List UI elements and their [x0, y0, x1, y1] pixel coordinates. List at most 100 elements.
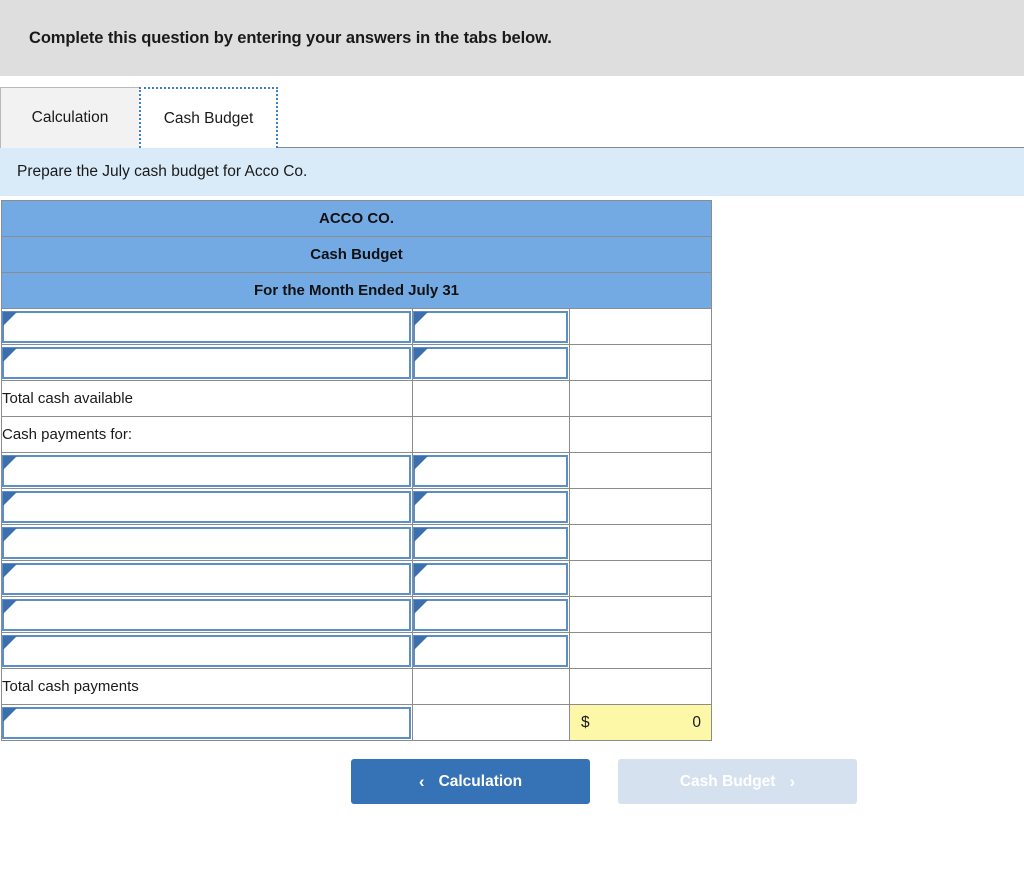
next-cash-budget-button: Cash Budget › — [618, 759, 857, 804]
row-label-input[interactable] — [2, 562, 411, 595]
table-title-1: ACCO CO. — [0, 200, 713, 237]
worksheet-container: ACCO CO. Cash Budget For the Month Ended J… — [0, 200, 1024, 741]
table-row — [1, 308, 713, 345]
row-amount-input[interactable] — [413, 598, 568, 631]
row-amount-input-cell — [412, 632, 570, 669]
cash-budget-table: ACCO CO. Cash Budget For the Month Ended J… — [0, 200, 713, 741]
row-label-input[interactable] — [2, 454, 411, 487]
table-row — [1, 524, 713, 561]
dropdown-flag-icon — [3, 635, 17, 650]
chevron-left-icon: ‹ — [418, 771, 425, 791]
tab-cash-budget[interactable]: Cash Budget — [139, 87, 278, 148]
table-row: Total cash available — [1, 380, 713, 417]
row-total-cell — [568, 452, 713, 489]
row-amount-input[interactable] — [413, 634, 568, 667]
row-amount-input[interactable] — [413, 310, 568, 343]
tab-calculation[interactable]: Calculation — [0, 87, 140, 148]
row-label-input-cell — [1, 704, 413, 741]
row-label-input-cell — [1, 632, 413, 669]
row-label: Total cash payments — [1, 668, 413, 705]
table-title-3: For the Month Ended July 31 — [0, 272, 713, 309]
row-amount-input-cell — [412, 488, 570, 525]
row-total-cell — [568, 632, 713, 669]
dropdown-flag-icon — [3, 311, 17, 326]
instruction-banner: Complete this question by entering your … — [0, 0, 1024, 76]
table-title-row: Cash Budget — [0, 236, 713, 273]
row-label-input-cell — [1, 524, 413, 561]
row-label-input[interactable] — [2, 526, 411, 559]
row-amount-cell — [412, 416, 570, 453]
row-label-input[interactable] — [2, 346, 411, 379]
row-label-input[interactable] — [2, 490, 411, 523]
row-total-cell — [568, 380, 713, 417]
row-label-input-cell — [1, 308, 413, 345]
row-amount-cell — [412, 380, 570, 417]
row-amount-input-cell — [412, 452, 570, 489]
dropdown-flag-icon — [3, 563, 17, 578]
table-row — [1, 488, 713, 525]
row-amount-input[interactable] — [413, 454, 568, 487]
chevron-right-icon: › — [789, 771, 796, 791]
currency-symbol: $ — [581, 713, 590, 731]
table-title-row: ACCO CO. — [0, 200, 713, 237]
row-amount-input[interactable] — [413, 490, 568, 523]
tab-calculation-label: Calculation — [31, 109, 109, 126]
dropdown-flag-icon — [414, 311, 428, 326]
instruction-text: Complete this question by entering your … — [29, 28, 552, 47]
dropdown-flag-icon — [3, 491, 17, 506]
table-row — [1, 452, 713, 489]
row-total-cell — [568, 416, 713, 453]
dropdown-flag-icon — [3, 599, 17, 614]
table-row — [1, 344, 713, 381]
tab-cash-budget-label: Cash Budget — [163, 109, 254, 127]
row-label-input-cell — [1, 596, 413, 633]
row-amount-input[interactable] — [413, 562, 568, 595]
table-row — [1, 632, 713, 669]
navigation-buttons: ‹ Calculation Cash Budget › — [0, 759, 1024, 833]
cash-budget-table-body: ACCO CO. Cash Budget For the Month Ended J… — [0, 200, 713, 741]
row-label: Total cash available — [1, 380, 413, 417]
dropdown-flag-icon — [3, 527, 17, 542]
row-label-input[interactable] — [2, 598, 411, 631]
row-total-cell — [568, 596, 713, 633]
computed-total-value: 0 — [692, 713, 702, 731]
row-label-input[interactable] — [2, 706, 411, 739]
prev-calculation-button[interactable]: ‹ Calculation — [351, 759, 590, 804]
computed-total-cell: $0 — [568, 704, 713, 741]
row-amount-input-cell — [412, 524, 570, 561]
table-title-2: Cash Budget — [0, 236, 713, 273]
dropdown-flag-icon — [414, 635, 428, 650]
dropdown-flag-icon — [414, 563, 428, 578]
row-label-input-cell — [1, 560, 413, 597]
row-amount-input[interactable] — [413, 526, 568, 559]
row-label: Cash payments for: — [1, 416, 413, 453]
dropdown-flag-icon — [414, 491, 428, 506]
row-amount-cell — [412, 668, 570, 705]
row-total-cell — [568, 668, 713, 705]
row-label-input[interactable] — [2, 634, 411, 667]
dropdown-flag-icon — [3, 455, 17, 470]
row-total-cell — [568, 560, 713, 597]
table-row: Cash payments for: — [1, 416, 713, 453]
row-amount-input-cell — [412, 308, 570, 345]
row-amount-cell — [412, 704, 570, 741]
dropdown-flag-icon — [414, 599, 428, 614]
row-total-cell — [568, 488, 713, 525]
dropdown-flag-icon — [414, 455, 428, 470]
dropdown-flag-icon — [414, 527, 428, 542]
row-label-input[interactable] — [2, 310, 411, 343]
row-label-input-cell — [1, 344, 413, 381]
row-amount-input-cell — [412, 560, 570, 597]
requirement-bar: Prepare the July cash budget for Acco Co… — [0, 148, 1024, 196]
row-amount-input-cell — [412, 344, 570, 381]
dropdown-flag-icon — [3, 707, 17, 722]
table-row: Total cash payments — [1, 668, 713, 705]
row-label-input-cell — [1, 488, 413, 525]
prev-button-label: Calculation — [438, 772, 523, 790]
row-amount-input[interactable] — [413, 346, 568, 379]
row-total-cell — [568, 524, 713, 561]
table-row: $0 — [1, 704, 713, 741]
table-row — [1, 596, 713, 633]
tab-strip: Calculation Cash Budget — [0, 76, 1024, 148]
dropdown-flag-icon — [414, 347, 428, 362]
